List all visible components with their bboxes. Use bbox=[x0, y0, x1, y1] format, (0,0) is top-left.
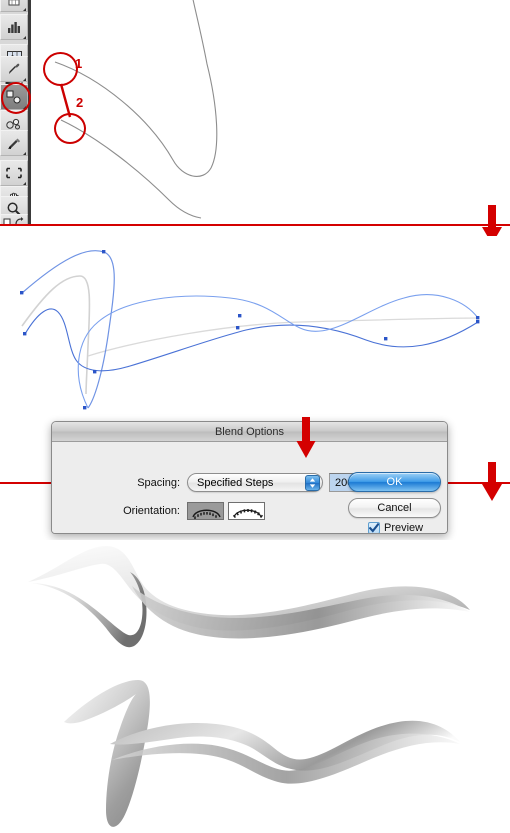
preview-checkbox-row[interactable]: Preview bbox=[368, 522, 424, 534]
annotation-overlay bbox=[59, 83, 72, 118]
cancel-button[interactable]: Cancel bbox=[348, 498, 441, 518]
spacing-stepper-icon[interactable] bbox=[305, 474, 320, 491]
orientation-label: Orientation: bbox=[123, 505, 180, 517]
spacing-label: Spacing: bbox=[137, 477, 180, 489]
annotation-number-2: 2 bbox=[76, 95, 84, 110]
blend-spine-artwork bbox=[20, 250, 480, 410]
spacing-selected-value: Specified Steps bbox=[197, 476, 274, 489]
blend-result-path-panel bbox=[0, 670, 510, 833]
blend-options-dialog[interactable]: Blend Options Spacing: Specified Steps 2… bbox=[51, 421, 448, 534]
align-to-path-icon bbox=[233, 509, 263, 519]
section-divider-rule-1 bbox=[0, 224, 510, 226]
ok-button[interactable]: OK bbox=[348, 472, 441, 492]
illustrator-canvas-panel: 1 2 bbox=[0, 0, 510, 226]
dialog-title: Blend Options bbox=[214, 425, 285, 438]
blend-result-artwork-1 bbox=[28, 546, 470, 648]
ok-button-label: OK bbox=[386, 476, 403, 488]
annotation-number-1: 1 bbox=[75, 56, 83, 71]
preview-label: Preview bbox=[384, 522, 424, 534]
spacing-select[interactable]: Specified Steps bbox=[187, 473, 323, 492]
preview-checkbox[interactable] bbox=[368, 522, 380, 533]
cancel-button-label: Cancel bbox=[377, 502, 412, 514]
dialog-title-bar: Blend Options bbox=[52, 422, 447, 442]
orientation-align-to-page-button[interactable] bbox=[187, 502, 224, 520]
blend-result-page-panel bbox=[0, 540, 510, 690]
chevron-updown-icon bbox=[309, 477, 316, 488]
step-arrow-down-steps-field bbox=[296, 417, 316, 458]
annotation-circle-2 bbox=[54, 113, 86, 144]
dialog-body: Spacing: Specified Steps 200 Orientation… bbox=[52, 442, 447, 534]
check-icon bbox=[369, 523, 379, 533]
blend-spine-preview-panel bbox=[0, 236, 510, 416]
blend-result-artwork-2 bbox=[64, 680, 460, 827]
step-arrow-down-2 bbox=[482, 462, 502, 501]
align-to-page-icon bbox=[192, 509, 221, 519]
orientation-align-to-path-button[interactable] bbox=[228, 502, 265, 520]
annotation-circle-1 bbox=[43, 52, 78, 86]
